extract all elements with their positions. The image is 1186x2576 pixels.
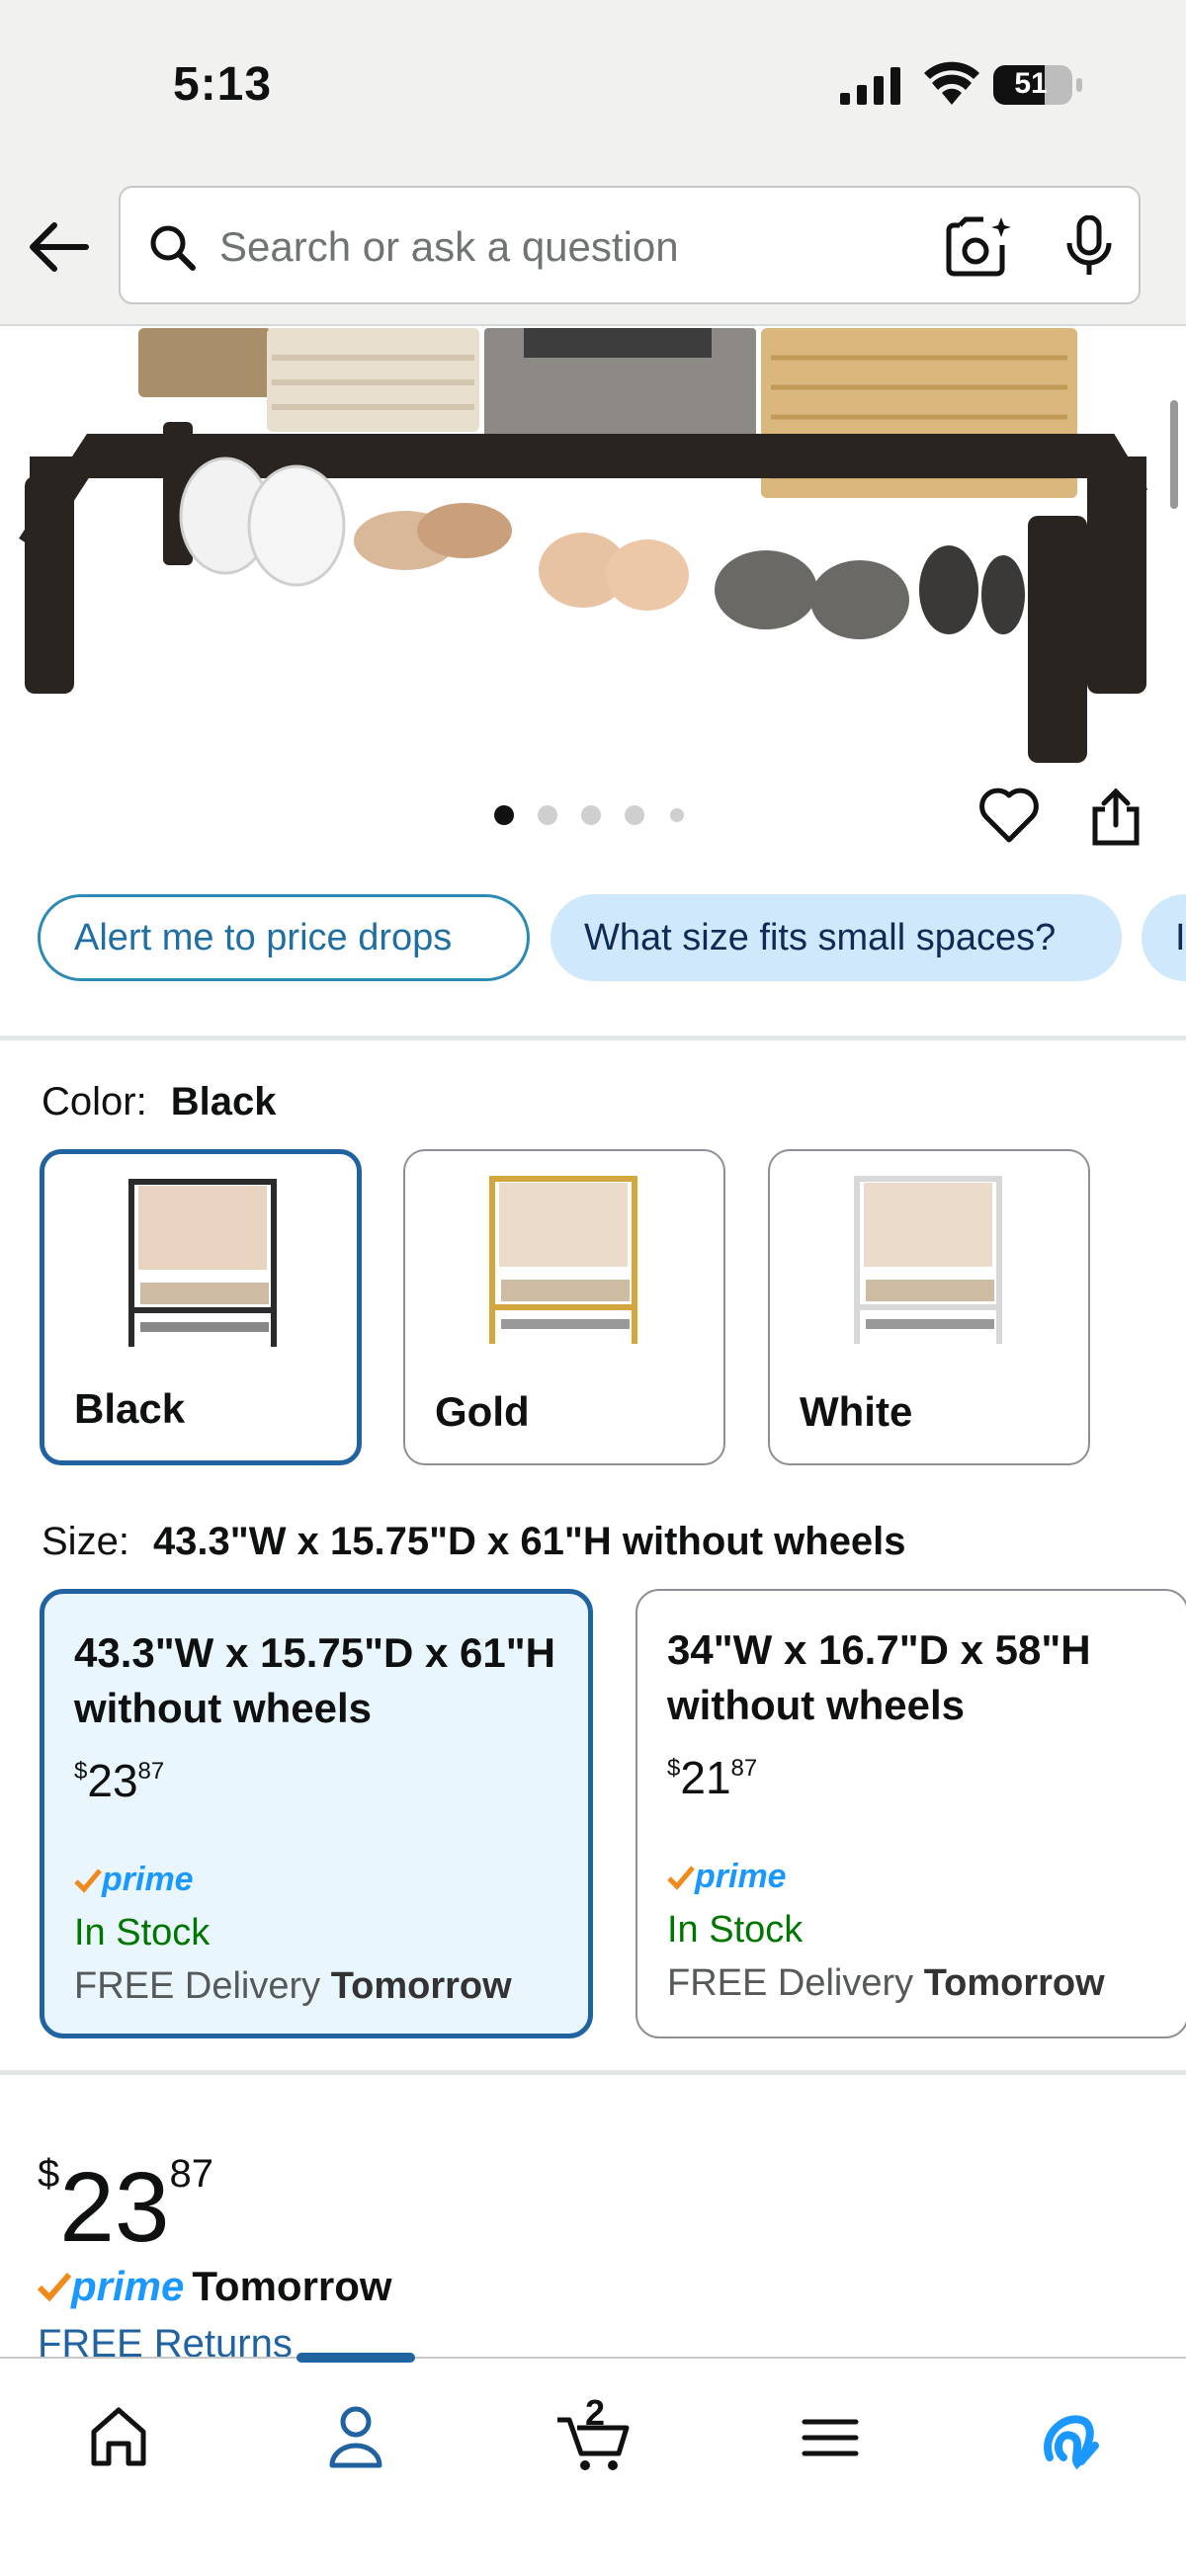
divider [0,1036,1186,1040]
tab-menu[interactable] [771,2392,890,2491]
carousel-dot[interactable] [581,805,601,825]
gold-rack-thumbnail [489,1176,637,1344]
home-icon [91,2407,146,2466]
carousel-dot[interactable] [538,805,557,825]
product-image[interactable] [0,328,1186,822]
size-option-price: $2187 [667,1752,758,1803]
microphone-icon[interactable] [1064,215,1114,279]
heart-icon[interactable] [978,786,1040,845]
delivery-info: FREE Delivery Tomorrow [74,1965,512,2007]
prime-badge: prime [667,1858,787,1896]
carousel-dot[interactable] [670,808,684,822]
size-option-title: 43.3"W x 15.75"D x 61"H without wheels [74,1629,555,1731]
price-alert-chip[interactable]: Alert me to price drops [38,894,530,981]
color-label: Color: [42,1080,147,1123]
search-input[interactable] [219,217,911,277]
divider [0,2070,1186,2075]
prime-check-icon [38,2273,71,2301]
prime-check-icon [667,1865,695,1890]
carousel-dot[interactable] [494,805,514,825]
size-option-small[interactable]: 34"W x 16.7"D x 58"H without wheels $218… [635,1589,1186,2038]
free-returns-link[interactable]: FREE Returns [38,2322,293,2358]
back-arrow-icon[interactable] [25,217,94,277]
tab-home[interactable] [59,2392,178,2491]
stock-status: In Stock [74,1912,211,1953]
cellular-signal-icon [840,67,900,105]
battery-level: 51 [1014,67,1048,100]
wifi-icon [924,61,979,105]
tab-cart[interactable]: 2 [534,2392,652,2491]
rufus-assistant-icon [1044,2415,1099,2470]
person-icon [329,2406,382,2468]
size-label: Size: [42,1520,129,1563]
color-option-gold[interactable]: Gold [403,1149,725,1465]
more-chip[interactable]: I [1142,894,1186,981]
active-tab-indicator [296,2353,415,2363]
question-chips: Alert me to price drops What size fits s… [0,894,1186,988]
stock-status: In Stock [667,1909,804,1951]
size-option-price: $2387 [74,1755,165,1806]
color-name-black: Black [74,1385,186,1432]
tab-rufus[interactable] [1008,2392,1127,2491]
share-icon[interactable] [1087,786,1144,847]
search-box[interactable] [119,186,1141,304]
color-option-black[interactable]: Black [40,1149,362,1465]
search-header [0,168,1186,326]
size-selected: 43.3"W x 15.75"D x 61"H without wheels [152,1520,906,1563]
clothing-rack-image [19,328,1148,763]
search-icon [150,225,196,271]
color-option-white[interactable]: White [768,1149,1090,1465]
prime-check-icon [74,1868,102,1893]
tab-account[interactable] [296,2392,415,2491]
camera-lens-icon[interactable] [946,215,1011,277]
carousel-dot[interactable] [625,805,644,825]
color-selected: Black [170,1080,277,1123]
page-scroll-indicator [1170,400,1178,509]
cart-count: 2 [585,2392,606,2433]
color-name-white: White [800,1388,913,1435]
menu-icon [802,2419,859,2456]
prime-delivery: prime Tomorrow [38,2263,392,2310]
status-time: 5:13 [173,58,273,111]
size-question-chip[interactable]: What size fits small spaces? [551,894,1122,981]
status-bar: 5:13 51 [0,0,1186,168]
size-option-title: 34"W x 16.7"D x 58"H without wheels [667,1626,1091,1728]
delivery-info: FREE Delivery Tomorrow [667,1962,1105,2004]
size-label-row: Size: 43.3"W x 15.75"D x 61"H without whe… [42,1520,906,1564]
product-price: $2387 [38,2152,213,2263]
color-name-gold: Gold [435,1388,530,1435]
black-rack-thumbnail [128,1179,277,1347]
color-label-row: Color: Black [42,1080,276,1124]
size-option-large[interactable]: 43.3"W x 15.75"D x 61"H without wheels $… [40,1589,593,2038]
battery-icon: 51 [993,65,1082,105]
bottom-tab-bar: 2 [0,2353,1186,2576]
white-rack-thumbnail [854,1176,1002,1344]
prime-badge: prime [74,1861,194,1899]
